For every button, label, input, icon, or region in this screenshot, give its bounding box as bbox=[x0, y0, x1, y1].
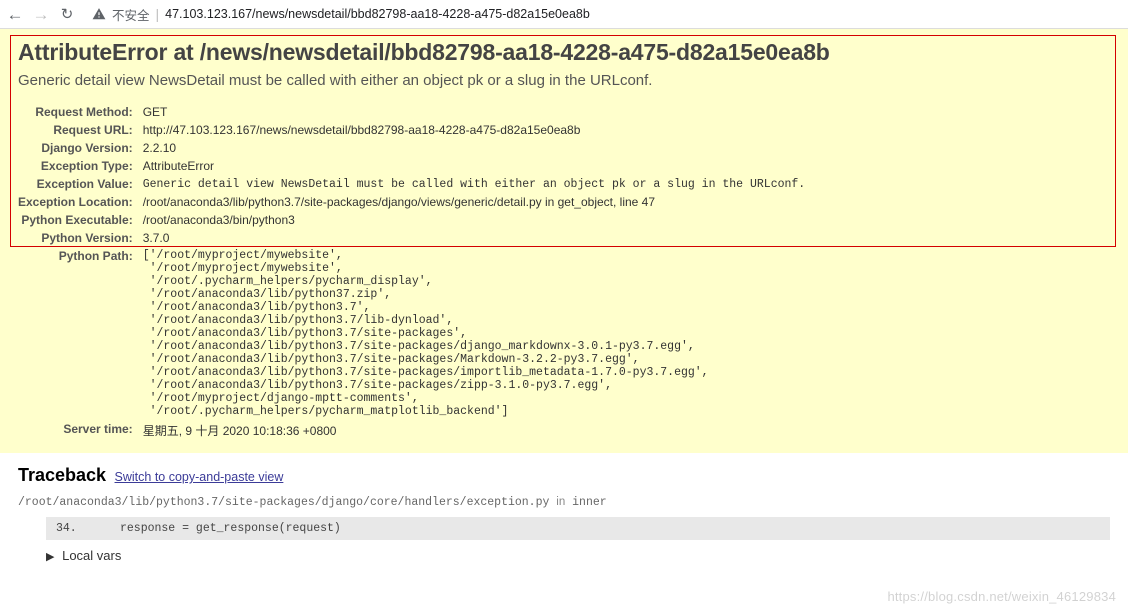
row-exception-location: Exception Location:/root/anaconda3/lib/p… bbox=[18, 193, 805, 211]
row-python-path: Python Path:['/root/myproject/mywebsite'… bbox=[18, 247, 805, 420]
forward-button[interactable]: → bbox=[32, 6, 50, 23]
watermark: https://blog.csdn.net/weixin_46129834 bbox=[887, 589, 1116, 604]
switch-view-link[interactable]: Switch to copy-and-paste view bbox=[115, 470, 284, 484]
frame-func: inner bbox=[572, 496, 607, 509]
row-request-method: Request Method:GET bbox=[18, 103, 805, 121]
traceback-section: Traceback Switch to copy-and-paste view … bbox=[0, 453, 1128, 563]
url-separator: | bbox=[156, 6, 160, 22]
frame-in-word: in bbox=[556, 496, 565, 508]
error-heading: AttributeError at /news/newsdetail/bbd82… bbox=[18, 39, 1110, 66]
frame-lineno: 34. bbox=[56, 522, 120, 535]
frame-code: response = get_response(request) bbox=[120, 522, 341, 535]
row-server-time: Server time:星期五, 9 十月 2020 10:18:36 +080… bbox=[18, 420, 805, 441]
row-exception-value: Exception Value:Generic detail view News… bbox=[18, 175, 805, 193]
insecure-icon bbox=[92, 7, 106, 21]
back-button[interactable]: ← bbox=[6, 6, 24, 23]
error-meta-table: Request Method:GET Request URL:http://47… bbox=[18, 103, 805, 441]
address-bar[interactable]: 不安全 | 47.103.123.167/news/newsdetail/bbd… bbox=[92, 5, 1122, 24]
error-message: Generic detail view NewsDetail must be c… bbox=[18, 72, 1110, 89]
traceback-heading: Traceback bbox=[18, 465, 106, 485]
frame-code-line[interactable]: 34. response = get_response(request) bbox=[46, 517, 1110, 540]
reload-button[interactable]: ↻ bbox=[58, 5, 76, 23]
local-vars-toggle[interactable]: ▶ Local vars bbox=[46, 548, 1110, 563]
row-python-version: Python Version:3.7.0 bbox=[18, 229, 805, 247]
row-python-executable: Python Executable:/root/anaconda3/bin/py… bbox=[18, 211, 805, 229]
frame-file: /root/anaconda3/lib/python3.7/site-packa… bbox=[18, 496, 549, 509]
frame-location: /root/anaconda3/lib/python3.7/site-packa… bbox=[18, 496, 1110, 509]
insecure-label: 不安全 bbox=[112, 5, 150, 24]
browser-toolbar: ← → ↻ 不安全 | 47.103.123.167/news/newsdeta… bbox=[0, 0, 1128, 29]
triangle-right-icon: ▶ bbox=[46, 551, 54, 563]
row-exception-type: Exception Type:AttributeError bbox=[18, 157, 805, 175]
row-request-url: Request URL:http://47.103.123.167/news/n… bbox=[18, 121, 805, 139]
error-summary: AttributeError at /news/newsdetail/bbd82… bbox=[0, 29, 1128, 453]
url-text: 47.103.123.167/news/newsdetail/bbd82798-… bbox=[165, 7, 590, 21]
row-django-version: Django Version:2.2.10 bbox=[18, 139, 805, 157]
local-vars-label: Local vars bbox=[62, 548, 121, 563]
